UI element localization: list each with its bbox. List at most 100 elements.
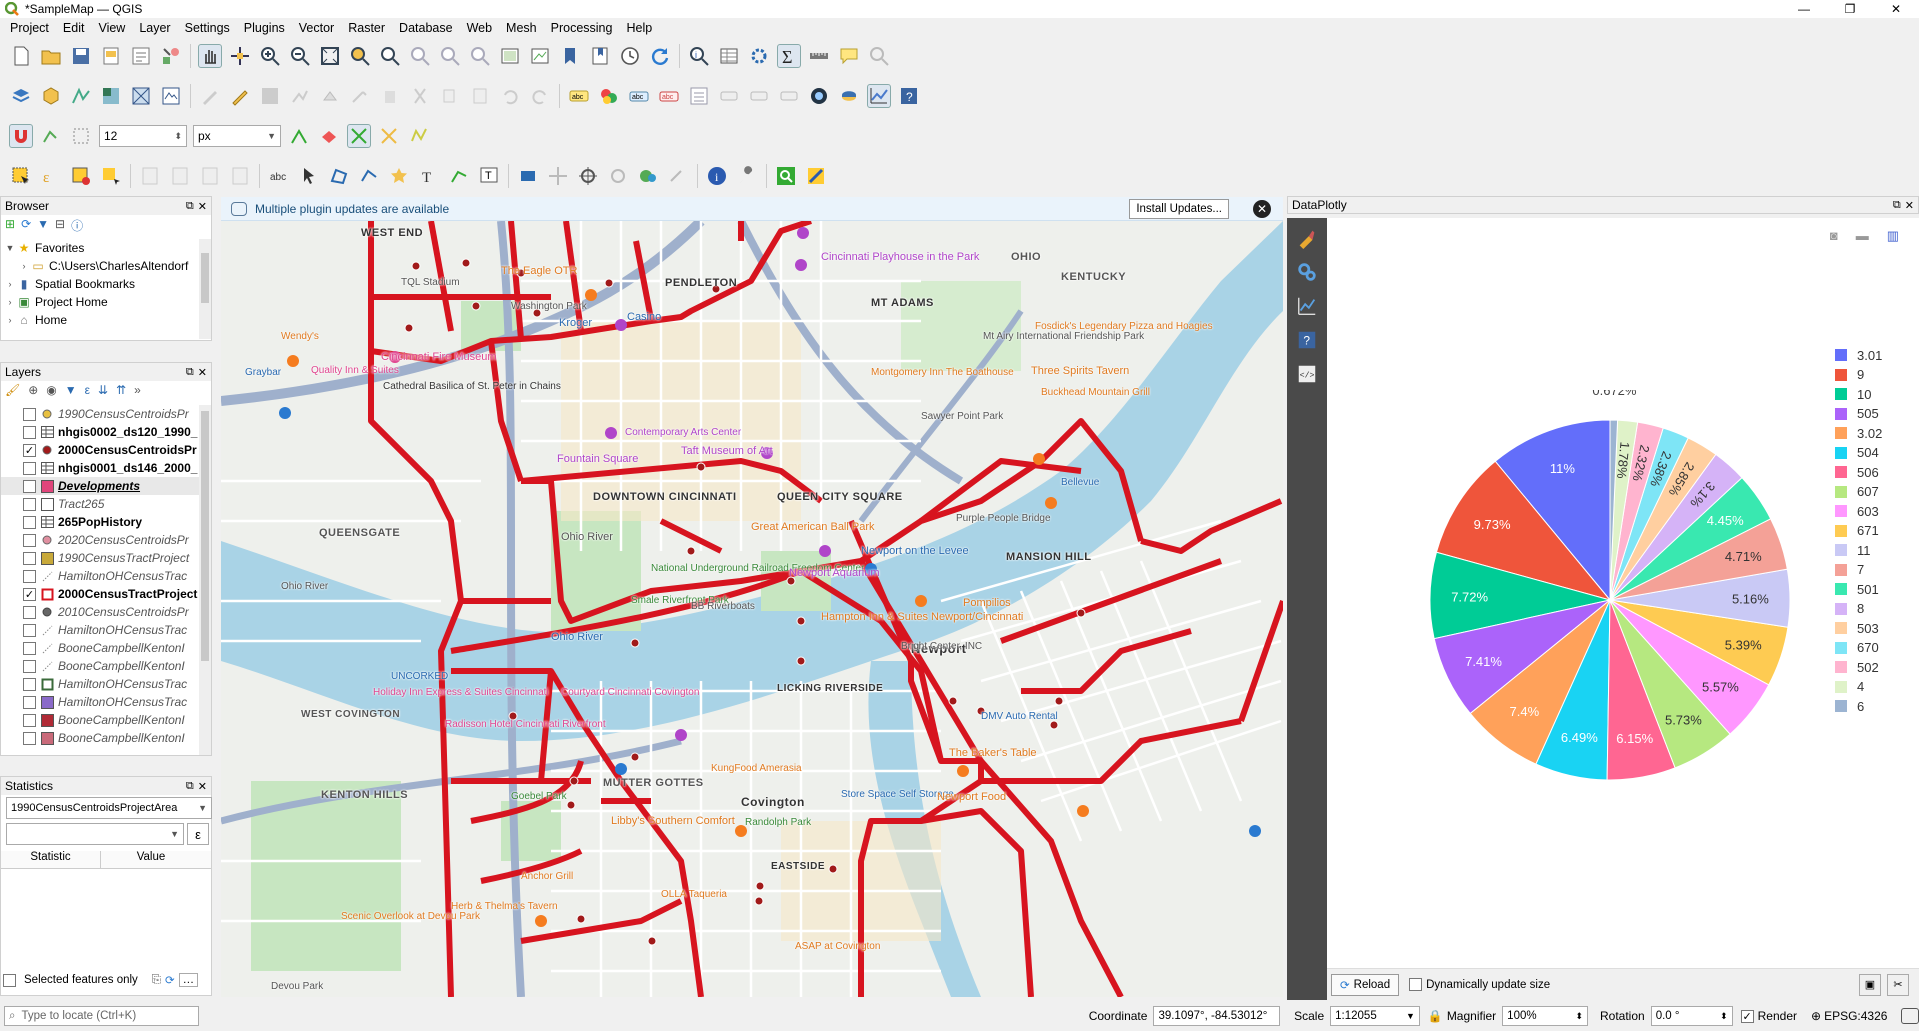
text-annotation-icon[interactable]: T: [477, 164, 501, 188]
expression-icon[interactable]: ε: [187, 823, 209, 845]
menu-vector[interactable]: Vector: [292, 21, 341, 35]
close-panel-icon[interactable]: ✕: [198, 200, 207, 213]
layer-visibility-checkbox[interactable]: [23, 515, 36, 529]
menu-edit[interactable]: Edit: [56, 21, 92, 35]
layer-row[interactable]: nhgis0002_ds120_1990_: [1, 423, 199, 441]
add-selected-layers-icon[interactable]: ⊞: [5, 217, 15, 234]
delete-selected-icon[interactable]: [378, 84, 402, 108]
layer-row[interactable]: 265PopHistory: [1, 513, 199, 531]
layer-visibility-checkbox[interactable]: [23, 713, 36, 727]
add-feature-icon[interactable]: [288, 84, 312, 108]
messages-icon[interactable]: [1901, 1008, 1919, 1024]
legend-item[interactable]: 7: [1835, 562, 1864, 578]
legend-item[interactable]: 11: [1835, 542, 1871, 558]
plotly-logo-icon[interactable]: ▥: [1887, 228, 1899, 244]
refresh-statistics-icon[interactable]: ⟳: [165, 973, 175, 987]
snapping-on-intersection-icon[interactable]: [317, 124, 341, 148]
layer-visibility-checkbox[interactable]: [23, 407, 36, 421]
settings-wrench-icon[interactable]: [735, 164, 759, 188]
layer-row[interactable]: Tract265: [1, 495, 199, 513]
add-text-annotation-icon[interactable]: T: [417, 164, 441, 188]
add-plot-to-layout-icon[interactable]: ▣: [1859, 973, 1881, 996]
legend-item[interactable]: 506: [1835, 464, 1879, 480]
tracing-icon[interactable]: [377, 124, 401, 148]
layer-row[interactable]: 2020CensusCentroidsPr: [1, 531, 199, 549]
temporal-controller-icon[interactable]: [618, 44, 642, 68]
menu-web[interactable]: Web: [460, 21, 499, 35]
pan-map-icon[interactable]: [198, 44, 222, 68]
collapse-all-layers-icon[interactable]: ⇈: [116, 383, 126, 397]
properties-browser-icon[interactable]: ⓘ: [71, 217, 83, 234]
layer-visibility-checkbox[interactable]: [23, 677, 36, 691]
snapping-tolerance-input[interactable]: 12 ⬍: [99, 125, 187, 147]
expand-all-icon[interactable]: ⇊: [98, 383, 108, 397]
select-location-icon[interactable]: [99, 164, 123, 188]
add-marker-annotation-icon[interactable]: [387, 164, 411, 188]
select-by-location-icon[interactable]: [867, 44, 891, 68]
identify-features-icon[interactable]: i: [687, 44, 711, 68]
vertex-tool-icon[interactable]: [318, 84, 342, 108]
vertex-editor-icon[interactable]: [636, 164, 660, 188]
legend-item[interactable]: 607: [1835, 484, 1879, 500]
clear-plot-icon[interactable]: ✂: [1887, 973, 1909, 996]
layer-row[interactable]: 2010CensusCentroidsPr: [1, 603, 199, 621]
statistics-field-select[interactable]: ▼: [6, 823, 184, 845]
plot-properties-icon[interactable]: [1293, 258, 1321, 286]
map-tips-icon[interactable]: [837, 44, 861, 68]
metasearch-icon[interactable]: [807, 84, 831, 108]
layer-visibility-checkbox[interactable]: [23, 605, 36, 619]
camera-icon[interactable]: ◙: [1830, 228, 1838, 244]
measure-icon[interactable]: [807, 44, 831, 68]
cut-features-icon[interactable]: [408, 84, 432, 108]
legend-item[interactable]: 8: [1835, 601, 1864, 617]
layer-visibility-checkbox[interactable]: [23, 551, 36, 565]
offset-curve-icon[interactable]: [606, 164, 630, 188]
select-by-expression-icon[interactable]: ε: [39, 164, 63, 188]
menu-processing[interactable]: Processing: [544, 21, 620, 35]
plot-code-icon[interactable]: </>: [1293, 360, 1321, 388]
layer-row[interactable]: BooneCampbellKentonI: [1, 639, 199, 657]
map-canvas[interactable]: WEST END The Eagle OTR Washington Park PEND…: [221, 221, 1283, 997]
layer-visibility-checkbox[interactable]: [23, 425, 36, 439]
lock-scale-icon[interactable]: 🔒: [1428, 1009, 1443, 1023]
float-panel-icon[interactable]: ⧉: [186, 200, 194, 213]
legend-item[interactable]: 3.02: [1835, 425, 1882, 441]
statistic-column-header[interactable]: Statistic: [1, 851, 101, 868]
layout-diagram-icon[interactable]: [687, 84, 711, 108]
layer-row[interactable]: HamiltonOHCensusTrac: [1, 567, 199, 585]
python-console-icon[interactable]: [837, 84, 861, 108]
menu-help[interactable]: Help: [619, 21, 659, 35]
browser-item-user-folder[interactable]: › ▭ C:\Users\CharlesAltendorf: [3, 257, 199, 275]
zoom-next-icon[interactable]: [468, 44, 492, 68]
label-abc-icon[interactable]: abc: [267, 164, 291, 188]
layer-visibility-checkbox[interactable]: [23, 569, 36, 583]
open-attribute-table-icon[interactable]: [717, 44, 741, 68]
menu-layer[interactable]: Layer: [132, 21, 177, 35]
legend-item[interactable]: 3.01: [1835, 347, 1882, 363]
field-calculator-disabled-icon[interactable]: [138, 164, 162, 188]
browser-item-project-home[interactable]: › ▣ Project Home: [3, 293, 199, 311]
advanced-tracing-icon[interactable]: [407, 124, 431, 148]
new-print-layout-icon[interactable]: [99, 44, 123, 68]
cursor-select-icon[interactable]: [297, 164, 321, 188]
zoom-native-icon[interactable]: [408, 44, 432, 68]
select-features-icon[interactable]: [9, 164, 33, 188]
legend-item[interactable]: 603: [1835, 503, 1879, 519]
layers-scrollbar[interactable]: [199, 405, 211, 755]
install-updates-button[interactable]: Install Updates...: [1129, 199, 1229, 219]
legend-item[interactable]: 502: [1835, 659, 1879, 675]
topological-editing-icon[interactable]: [287, 124, 311, 148]
layer-visibility-checkbox[interactable]: [23, 497, 36, 511]
autoscale-icon[interactable]: ▬: [1856, 228, 1869, 244]
data-source-manager-icon[interactable]: [9, 84, 33, 108]
legend-item[interactable]: 9: [1835, 367, 1864, 383]
layer-row[interactable]: HamiltonOHCensusTrac: [1, 675, 199, 693]
self-snapping-icon[interactable]: [347, 124, 371, 148]
digitize-disabled-icon[interactable]: [198, 84, 222, 108]
value-column-header[interactable]: Value: [101, 851, 201, 868]
redo-icon[interactable]: [528, 84, 552, 108]
add-line-annotation-icon[interactable]: [357, 164, 381, 188]
georeferencer-icon[interactable]: [576, 164, 600, 188]
quick-search-icon[interactable]: [774, 164, 798, 188]
menu-mesh[interactable]: Mesh: [499, 21, 544, 35]
